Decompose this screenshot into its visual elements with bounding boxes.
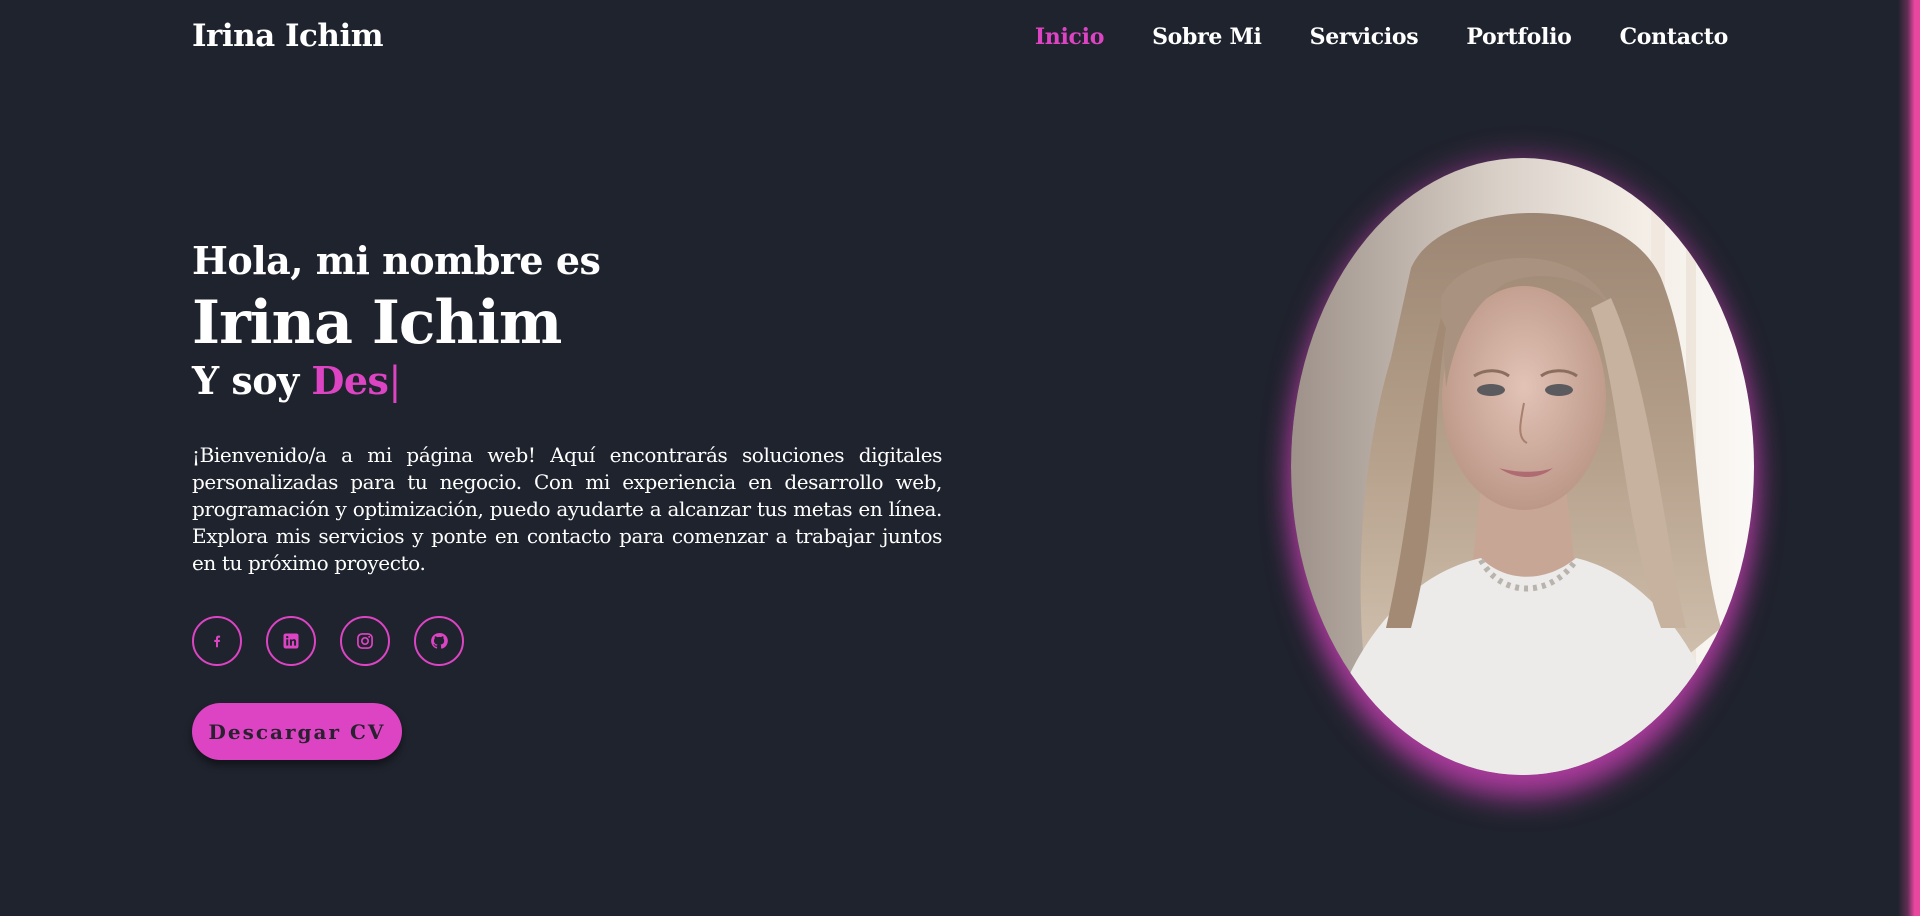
- hero-name: Irina Ichim: [192, 288, 562, 358]
- linkedin-link[interactable]: [266, 616, 316, 666]
- typing-caret: |: [388, 359, 401, 403]
- download-cv-button[interactable]: Descargar CV: [192, 703, 402, 760]
- social-links: [192, 616, 464, 666]
- instagram-link[interactable]: [340, 616, 390, 666]
- nav-link-sobre-mi[interactable]: Sobre Mi: [1152, 24, 1262, 50]
- main-nav: Inicio Sobre Mi Servicios Portfolio Cont…: [1035, 24, 1728, 50]
- nav-link-inicio[interactable]: Inicio: [1035, 24, 1105, 50]
- facebook-link[interactable]: [192, 616, 242, 666]
- instagram-icon: [357, 633, 373, 649]
- github-icon: [431, 633, 448, 649]
- role-prefix: Y soy: [192, 358, 312, 403]
- nav-link-servicios[interactable]: Servicios: [1310, 24, 1419, 50]
- facebook-icon: [214, 635, 221, 648]
- linkedin-icon: [283, 633, 299, 649]
- github-link[interactable]: [414, 616, 464, 666]
- hero-greeting: Hola, mi nombre es: [192, 238, 601, 283]
- site-logo[interactable]: Irina Ichim: [192, 18, 384, 54]
- profile-photo-illustration: [1291, 158, 1754, 775]
- role-typed-text: Des: [311, 358, 389, 403]
- nav-link-contacto[interactable]: Contacto: [1620, 24, 1729, 50]
- page: Irina Ichim Inicio Sobre Mi Servicios Po…: [0, 0, 1920, 916]
- hero-description: ¡Bienvenido/a a mi página web! Aquí enco…: [192, 443, 942, 575]
- right-edge-accent: [1898, 0, 1920, 916]
- profile-photo: [1291, 158, 1754, 775]
- hero-role: Y soy Des|: [192, 358, 401, 403]
- nav-link-portfolio[interactable]: Portfolio: [1466, 24, 1572, 50]
